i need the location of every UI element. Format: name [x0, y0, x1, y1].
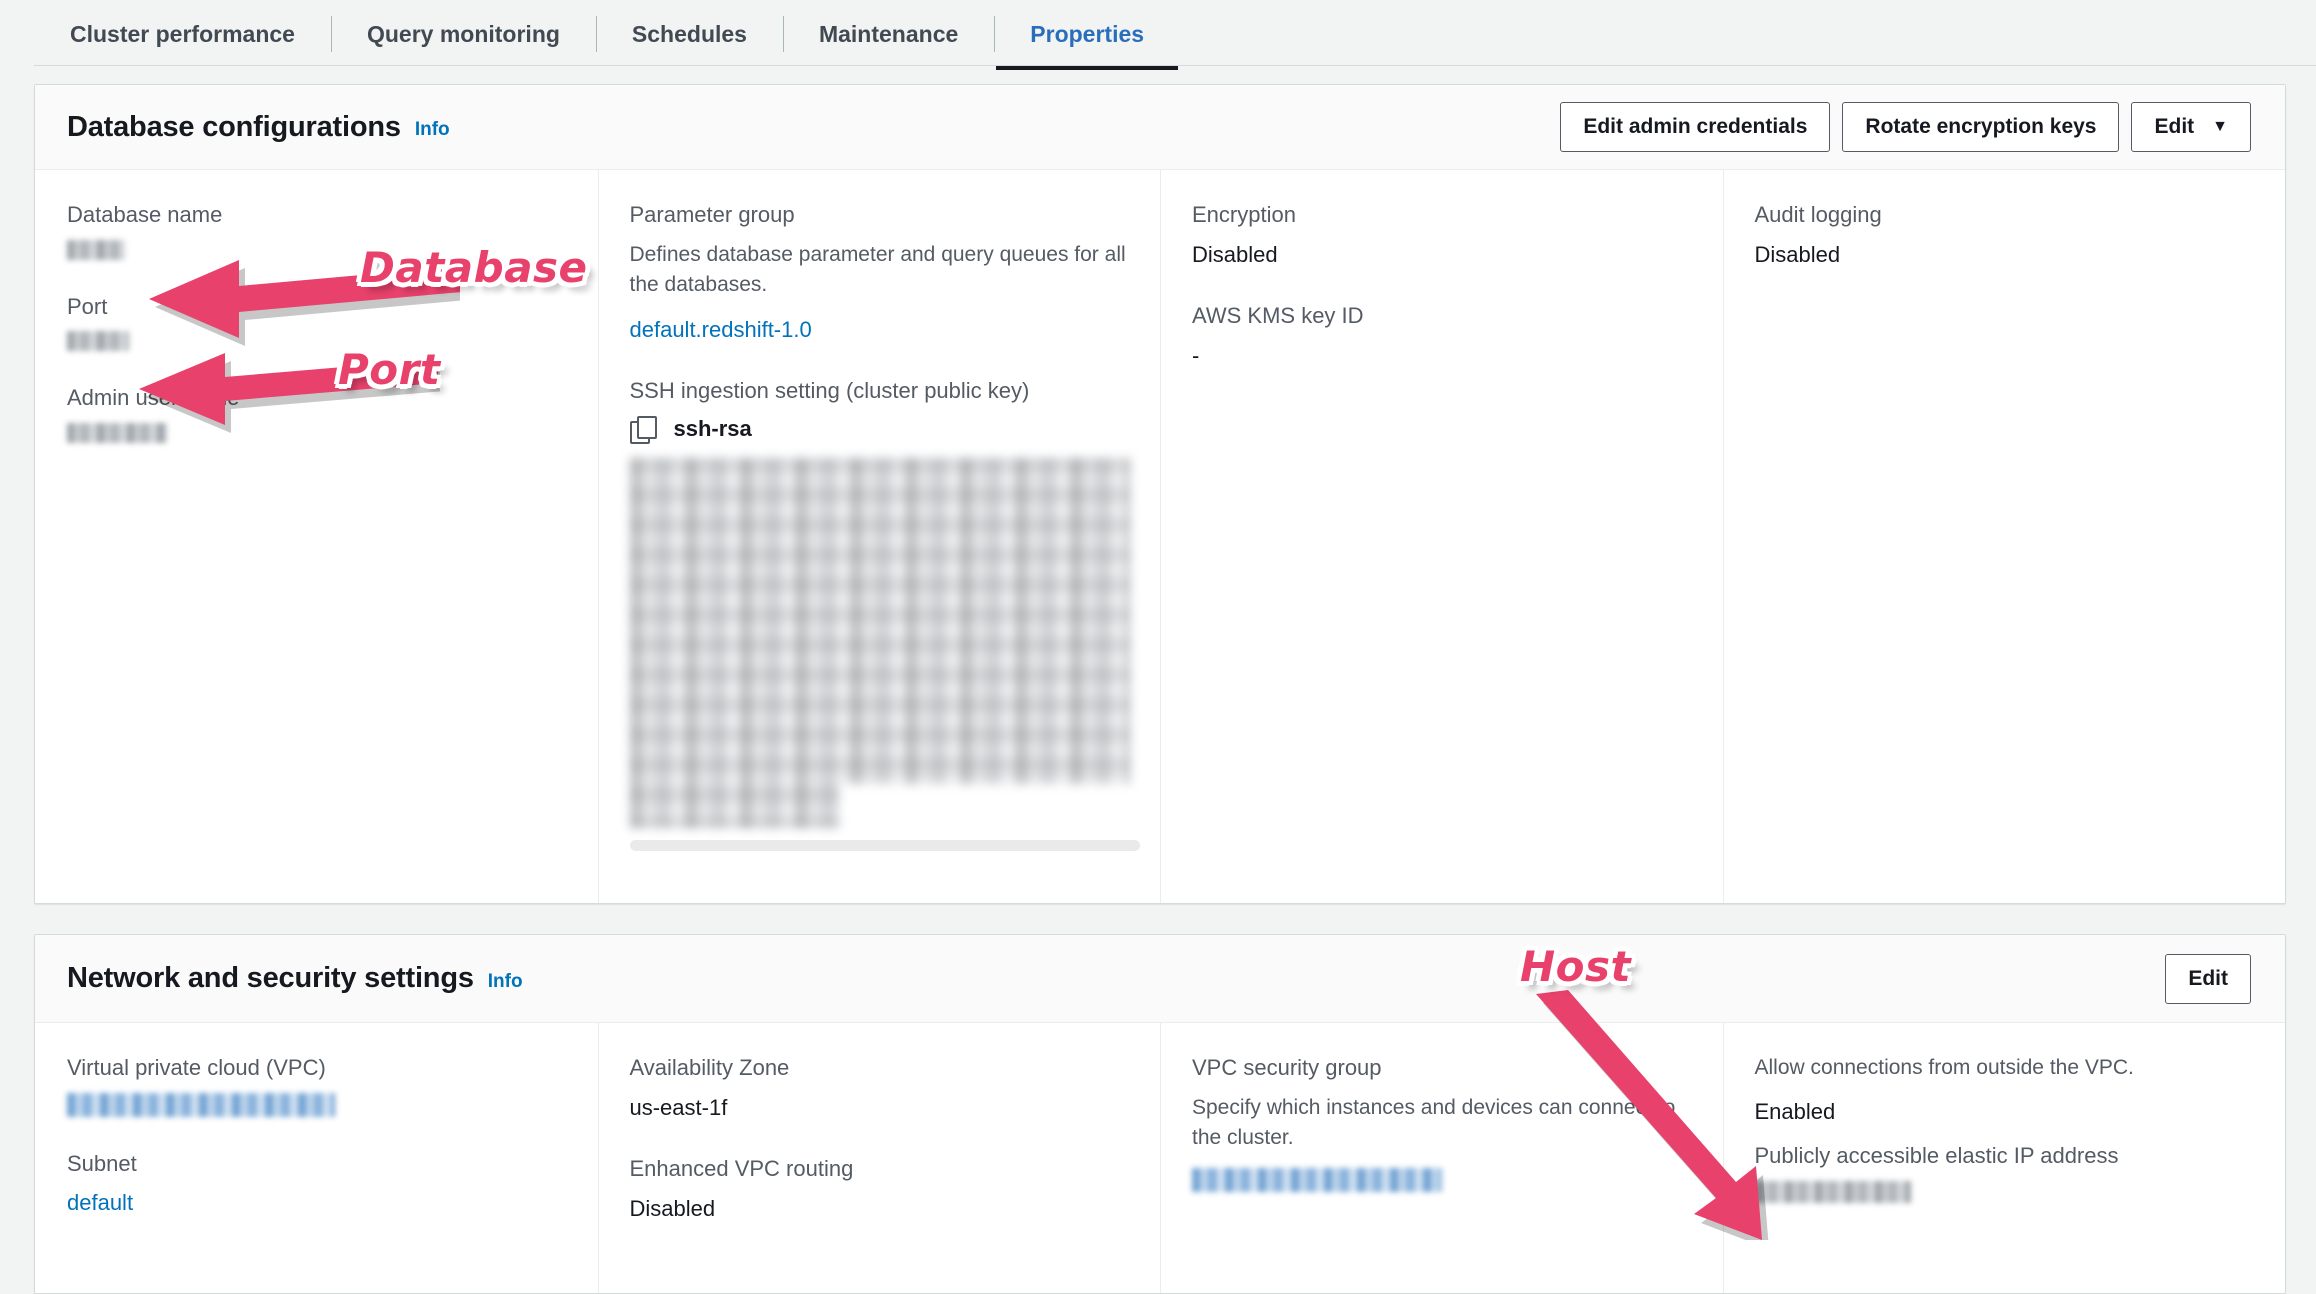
field-availability-zone: Availability Zone us-east-1f	[630, 1053, 1127, 1122]
database-name-label: Database name	[67, 202, 223, 227]
subnet-link[interactable]: default	[67, 1188, 564, 1218]
network-card-body: Virtual private cloud (VPC) Subnet defau…	[35, 1023, 2285, 1293]
kms-key-id-label: AWS KMS key ID	[1192, 303, 1364, 329]
database-card-header: Database configurations Info Edit admin …	[35, 85, 2285, 170]
tab-bar: Cluster performance Query monitoring Sch…	[0, 0, 2316, 70]
field-encryption: Encryption Disabled	[1192, 200, 1689, 269]
field-port: Port	[67, 292, 564, 352]
field-vpc: Virtual private cloud (VPC)	[67, 1053, 564, 1117]
elastic-ip-label: Publicly accessible elastic IP address	[1754, 1143, 2119, 1169]
tab-maintenance[interactable]: Maintenance	[782, 0, 994, 68]
parameter-group-link[interactable]: default.redshift-1.0	[630, 315, 1127, 345]
port-label: Port	[67, 293, 108, 319]
vpc-value-redacted[interactable]	[67, 1092, 335, 1117]
edit-admin-credentials-button[interactable]: Edit admin credentials	[1560, 102, 1831, 152]
field-kms-key-id: AWS KMS key ID -	[1192, 301, 1689, 370]
tab-query-monitoring[interactable]: Query monitoring	[330, 0, 596, 68]
edit-dropdown-button[interactable]: Edit ▼	[2131, 102, 2251, 152]
network-column-security-group: VPC security group Specify which instanc…	[1160, 1023, 1723, 1293]
field-ssh-ingestion: SSH ingestion setting (cluster public ke…	[629, 376, 1140, 851]
audit-logging-value: Disabled	[1754, 241, 1841, 267]
network-column-public-access: Allow connections from outside the VPC. …	[1722, 1023, 2286, 1293]
audit-logging-label: Audit logging	[1754, 202, 1882, 227]
ssh-ingestion-label: SSH ingestion setting (cluster public ke…	[629, 378, 1030, 404]
database-column-parameter-group: Parameter group Defines database paramet…	[597, 170, 1161, 903]
availability-zone-label: Availability Zone	[629, 1055, 790, 1080]
encryption-value: Disabled	[1192, 241, 1278, 267]
database-column-encryption: Encryption Disabled AWS KMS key ID -	[1160, 170, 1723, 903]
enhanced-vpc-routing-value: Disabled	[629, 1196, 716, 1222]
tab-cluster-performance[interactable]: Cluster performance	[34, 0, 331, 68]
database-card-title: Database configurations	[67, 110, 401, 143]
field-vpc-security-group: VPC security group Specify which instanc…	[1192, 1053, 1689, 1192]
database-card-body: Database name Port Admin user name Param…	[35, 170, 2285, 903]
network-security-settings-card: Network and security settings Info Edit …	[34, 934, 2286, 1294]
vpc-security-group-label: VPC security group	[1192, 1055, 1382, 1080]
encryption-label: Encryption	[1192, 202, 1296, 227]
database-name-value-redacted	[67, 239, 125, 260]
vpc-security-group-value-redacted[interactable]	[1192, 1167, 1442, 1192]
kms-key-id-value: -	[1192, 343, 1200, 369]
ssh-key-row: ssh-rsa	[629, 415, 1127, 444]
admin-user-name-value-redacted	[67, 423, 167, 444]
database-configurations-card: Database configurations Info Edit admin …	[34, 84, 2286, 904]
copy-icon[interactable]	[629, 415, 657, 444]
tab-properties[interactable]: Properties	[994, 0, 1180, 70]
field-subnet: Subnet default	[67, 1149, 564, 1218]
ssh-key-type: ssh-rsa	[673, 415, 752, 441]
network-card-title: Network and security settings	[67, 962, 474, 994]
network-info-link[interactable]: Info	[488, 971, 523, 993]
ssh-public-key-redacted	[629, 457, 1130, 828]
parameter-group-description: Defines database parameter and query que…	[629, 242, 1126, 297]
admin-user-name-label: Admin user name	[67, 385, 240, 411]
field-admin-user-name: Admin user name	[67, 383, 564, 444]
vpc-security-group-description: Specify which instances and devices can …	[1192, 1095, 1676, 1150]
network-column-availability-zone: Availability Zone us-east-1f Enhanced VP…	[597, 1023, 1161, 1293]
chevron-down-icon: ▼	[2212, 118, 2228, 135]
vpc-label: Virtual private cloud (VPC)	[67, 1055, 326, 1080]
network-card-header: Network and security settings Info Edit	[35, 935, 2285, 1023]
enhanced-vpc-routing-label: Enhanced VPC routing	[629, 1156, 854, 1182]
field-parameter-group: Parameter group Defines database paramet…	[630, 200, 1127, 344]
public-access-description: Allow connections from outside the VPC.	[1754, 1056, 2134, 1079]
field-database-name: Database name	[67, 200, 564, 260]
network-column-vpc: Virtual private cloud (VPC) Subnet defau…	[35, 1023, 598, 1293]
availability-zone-value: us-east-1f	[629, 1094, 728, 1120]
database-column-identity: Database name Port Admin user name	[35, 170, 598, 903]
field-enhanced-vpc-routing: Enhanced VPC routing Disabled	[630, 1154, 1127, 1223]
port-value-redacted	[67, 331, 129, 352]
subnet-label: Subnet	[67, 1150, 137, 1176]
rotate-encryption-keys-button[interactable]: Rotate encryption keys	[1842, 102, 2120, 152]
tab-bar-divider	[34, 65, 2316, 66]
tab-schedules[interactable]: Schedules	[595, 0, 783, 68]
public-access-value: Enabled	[1754, 1099, 1836, 1125]
parameter-group-label: Parameter group	[629, 202, 795, 227]
elastic-ip-value-redacted	[1754, 1180, 1911, 1203]
field-publicly-accessible: Allow connections from outside the VPC. …	[1754, 1053, 2252, 1203]
ssh-key-horizontal-scrollbar[interactable]	[629, 839, 1140, 851]
database-column-audit-logging: Audit logging Disabled	[1722, 170, 2286, 903]
edit-dropdown-label: Edit	[2154, 115, 2195, 138]
field-audit-logging: Audit logging Disabled	[1755, 200, 2252, 269]
database-info-link[interactable]: Info	[415, 119, 450, 141]
network-edit-button[interactable]: Edit	[2165, 953, 2251, 1004]
